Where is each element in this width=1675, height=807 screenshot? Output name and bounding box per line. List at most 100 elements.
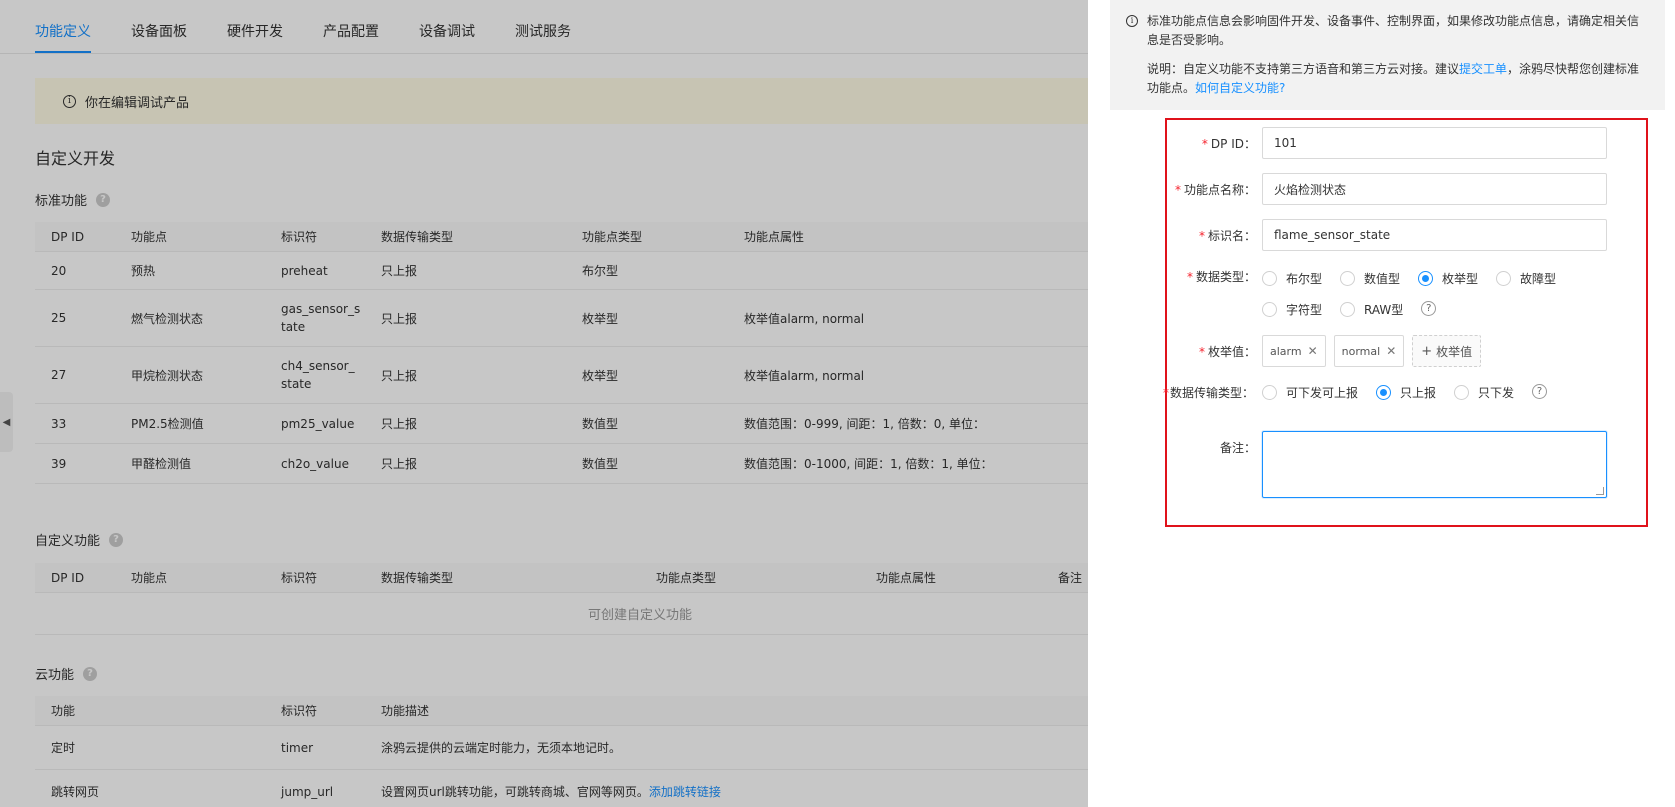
add-enum-button[interactable]: + 枚举值 xyxy=(1412,335,1482,367)
table-row: 25 燃气检测状态 gas_sensor_s tate 只上报 枚举型 枚举值al… xyxy=(35,290,1088,347)
tab-device-panel[interactable]: 设备面板 xyxy=(131,21,187,53)
radio-send-only[interactable]: 只下发 xyxy=(1454,384,1514,401)
cell-code: jump_url xyxy=(281,784,334,799)
header-attr: 功能点属性 xyxy=(876,571,937,585)
function-name-input[interactable]: 火焰检测状态 xyxy=(1262,173,1607,205)
drawer-info-box: i 标准功能点信息会影响固件开发、设备事件、控制界面，如果修改功能点信息，请确定… xyxy=(1110,0,1665,110)
enum-tag-list: alarm ✕ normal ✕ + 枚举值 xyxy=(1262,335,1482,367)
cell-type: 数值型 xyxy=(582,457,619,471)
header-code: 标识符 xyxy=(281,704,318,718)
radio-label: 布尔型 xyxy=(1286,272,1323,286)
header-desc: 功能描述 xyxy=(381,704,430,718)
table-row: 定时 timer 涂鸦云提供的云端定时能力，无须本地记时。 xyxy=(35,726,1088,770)
header-dpid: DP ID xyxy=(51,570,85,585)
dpid-row: * DP ID： 101 xyxy=(1167,127,1607,159)
identifier-input[interactable]: flame_sensor_state xyxy=(1262,219,1607,251)
radio-label: 只下发 xyxy=(1478,386,1515,400)
dpid-input[interactable]: 101 xyxy=(1262,127,1607,159)
cell-type: 布尔型 xyxy=(582,264,619,278)
name-label-text: 功能点名称 xyxy=(1183,182,1244,197)
cell-type: 枚举型 xyxy=(582,311,619,326)
enum-tag-text: normal xyxy=(1341,344,1381,358)
tab-product-config[interactable]: 产品配置 xyxy=(323,21,379,53)
radio-string[interactable]: 字符型 xyxy=(1262,301,1322,318)
submit-ticket-link[interactable]: 提交工单 xyxy=(1459,62,1507,76)
tab-bar: 功能定义 设备面板 硬件开发 产品配置 设备调试 测试服务 xyxy=(0,0,1088,54)
cell-attr: 数值范围：0-1000, 间距：1, 倍数：1, 单位： xyxy=(744,457,993,471)
collapse-handle[interactable]: ◀ xyxy=(0,392,13,452)
table-row: 20 预热 preheat 只上报 布尔型 xyxy=(35,252,1088,290)
cell-code: preheat xyxy=(281,263,328,278)
add-enum-label: 枚举值 xyxy=(1436,344,1473,359)
custom-section-title: 自定义功能 ? xyxy=(35,530,124,549)
standard-title-text: 标准功能 xyxy=(35,194,88,209)
cell-trans: 只上报 xyxy=(381,457,418,471)
table-header: DP ID 功能点 标识符 数据传输类型 功能点类型 功能点属性 xyxy=(35,222,1088,252)
radio-label: 只上报 xyxy=(1400,386,1437,400)
question-icon[interactable]: ? xyxy=(1421,301,1437,316)
enum-tag[interactable]: normal ✕ xyxy=(1333,335,1405,367)
plus-icon: + xyxy=(1421,343,1433,359)
enum-label: * 枚举值： xyxy=(1198,344,1256,359)
cell-trans: 只上报 xyxy=(381,417,418,431)
note-label-text: 备注 xyxy=(1219,441,1244,455)
cell-dpid: 33 xyxy=(51,416,67,431)
radio-circle-icon xyxy=(1340,302,1356,317)
caret-left-icon: ◀ xyxy=(2,416,11,428)
close-icon[interactable]: ✕ xyxy=(1386,344,1396,358)
header-name: 功能点 xyxy=(131,230,168,244)
enum-tag[interactable]: alarm ✕ xyxy=(1262,335,1326,367)
radio-circle-icon xyxy=(1454,385,1470,400)
radio-value[interactable]: 数值型 xyxy=(1340,270,1400,287)
tab-function-definition[interactable]: 功能定义 xyxy=(35,21,91,53)
tab-device-debug[interactable]: 设备调试 xyxy=(419,21,475,53)
header-type: 功能点类型 xyxy=(582,230,643,244)
info-line-2: 说明：自定义功能不支持第三方语音和第三方云对接。建议提交工单，涂鸦尽快帮您创建标… xyxy=(1147,60,1645,98)
cell-function: 跳转网页 xyxy=(51,785,100,799)
cell-trans: 只上报 xyxy=(381,264,418,278)
how-to-customize-link[interactable]: 如何自定义功能? xyxy=(1195,81,1285,95)
help-icon[interactable]: ? xyxy=(96,192,111,207)
cloud-title-text: 云功能 xyxy=(35,668,75,683)
table-row: 跳转网页 jump_url 设置网页url跳转功能，可跳转商城、官网等网页。添加… xyxy=(35,770,1088,807)
transfer-row: *数据传输类型： 可下发可上报 只上报 只下发 ? xyxy=(1163,384,1607,401)
radio-enum[interactable]: 枚举型 xyxy=(1418,270,1478,287)
tab-test-service[interactable]: 测试服务 xyxy=(515,21,571,53)
tab-hardware-dev[interactable]: 硬件开发 xyxy=(227,21,283,53)
help-icon[interactable]: ? xyxy=(109,532,124,547)
dpid-label: * DP ID： xyxy=(1201,136,1256,151)
standard-table: DP ID 功能点 标识符 数据传输类型 功能点类型 功能点属性 20 预热 p… xyxy=(35,222,1088,484)
cell-name: 预热 xyxy=(131,264,156,278)
radio-raw[interactable]: RAW型 xyxy=(1340,301,1403,318)
info-line-1: 标准功能点信息会影响固件开发、设备事件、控制界面，如果修改功能点信息，请确定相关… xyxy=(1147,14,1640,47)
enum-row: * 枚举值： alarm ✕ normal ✕ + 枚举值 xyxy=(1167,335,1482,367)
cell-dpid: 39 xyxy=(51,456,67,471)
question-icon[interactable]: ? xyxy=(1532,384,1548,399)
radio-bool[interactable]: 布尔型 xyxy=(1262,270,1322,287)
help-icon[interactable]: ? xyxy=(83,666,98,681)
header-trans: 数据传输类型 xyxy=(381,230,454,244)
radio-send-report[interactable]: 可下发可上报 xyxy=(1262,384,1358,401)
header-attr: 功能点属性 xyxy=(744,230,805,244)
close-icon[interactable]: ✕ xyxy=(1308,344,1318,358)
note-textarea[interactable] xyxy=(1262,431,1607,498)
code-label-text: 标识名 xyxy=(1207,228,1244,243)
resize-grip-icon[interactable] xyxy=(1596,487,1604,495)
add-jump-link[interactable]: 添加跳转链接 xyxy=(649,785,721,799)
cell-desc: 设置网页url跳转功能，可跳转商城、官网等网页。添加跳转链接 xyxy=(365,783,965,800)
table-row: 39 甲醛检测值 ch2o_value 只上报 数值型 数值范围：0-1000,… xyxy=(35,444,1088,484)
cloud-section-title: 云功能 ? xyxy=(35,664,98,683)
name-label: * 功能点名称： xyxy=(1174,182,1256,197)
cell-function: 定时 xyxy=(51,741,76,755)
standard-section-title: 标准功能 ? xyxy=(35,190,111,209)
main-page: 功能定义 设备面板 硬件开发 产品配置 设备调试 测试服务 i 你在编辑调试产品… xyxy=(0,0,1088,807)
cell-name: PM2.5检测值 xyxy=(131,417,204,431)
radio-report-only[interactable]: 只上报 xyxy=(1376,384,1436,401)
cell-type: 枚举型 xyxy=(582,368,619,383)
cloud-table: 功能 标识符 功能描述 定时 timer 涂鸦云提供的云端定时能力，无须本地记时… xyxy=(35,696,1088,807)
name-row: * 功能点名称： 火焰检测状态 xyxy=(1167,173,1607,205)
enum-tag-text: alarm xyxy=(1270,344,1302,358)
radio-label: RAW型 xyxy=(1364,303,1404,317)
info-icon: i xyxy=(63,94,76,108)
radio-fault[interactable]: 故障型 xyxy=(1496,270,1556,287)
